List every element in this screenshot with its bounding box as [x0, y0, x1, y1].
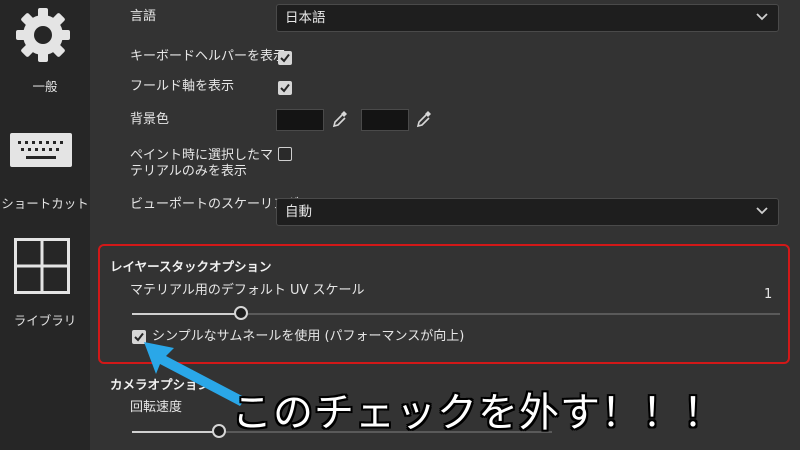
keyboard-helper-checkbox[interactable] [278, 51, 292, 65]
viewport-scaling-label: ビューポートのスケーリング [130, 197, 300, 212]
sidebar-item-label: 一般 [32, 79, 58, 94]
chevron-down-icon [756, 13, 768, 21]
keyboard-helper-label: キーボードヘルパーを表示 [130, 49, 287, 64]
paint-selected-checkbox[interactable] [278, 147, 292, 161]
paint-selected-label-line2: テリアルのみを表示 [130, 164, 247, 179]
keyboard-icon [10, 133, 72, 167]
callout-text: このチェックを外す！！！ [232, 390, 724, 436]
rotation-speed-slider-thumb[interactable] [212, 424, 226, 438]
gear-icon [16, 8, 70, 62]
background-color-label: 背景色 [130, 112, 170, 127]
viewport-scaling-value: 自動 [285, 204, 312, 220]
fold-axis-label: フールド軸を表示 [130, 79, 235, 94]
chevron-down-icon [756, 207, 768, 215]
background-color-swatch-2[interactable] [361, 109, 409, 131]
viewport-scaling-select[interactable]: 自動 [276, 198, 779, 226]
language-label: 言語 [130, 9, 157, 24]
sidebar-item-shortcuts[interactable]: ショートカット [0, 125, 90, 220]
eyedropper-icon[interactable] [332, 110, 348, 128]
checkmark-icon [280, 83, 290, 93]
rotation-speed-slider-fill [132, 431, 218, 433]
background-color-swatch-1[interactable] [276, 109, 324, 131]
sidebar-item-label: ショートカット [1, 196, 89, 211]
language-value: 日本語 [285, 10, 326, 26]
settings-sidebar: 一般 ショートカット ライブラリ [0, 0, 90, 450]
sidebar-item-library[interactable]: ライブラリ [0, 230, 90, 330]
checkmark-icon [280, 53, 290, 63]
sidebar-item-label: ライブラリ [13, 313, 77, 328]
fold-axis-checkbox[interactable] [278, 81, 292, 95]
sidebar-item-general[interactable]: 一般 [0, 0, 90, 100]
grid-icon [14, 238, 70, 294]
language-select[interactable]: 日本語 [276, 4, 779, 32]
eyedropper-icon[interactable] [416, 110, 432, 128]
